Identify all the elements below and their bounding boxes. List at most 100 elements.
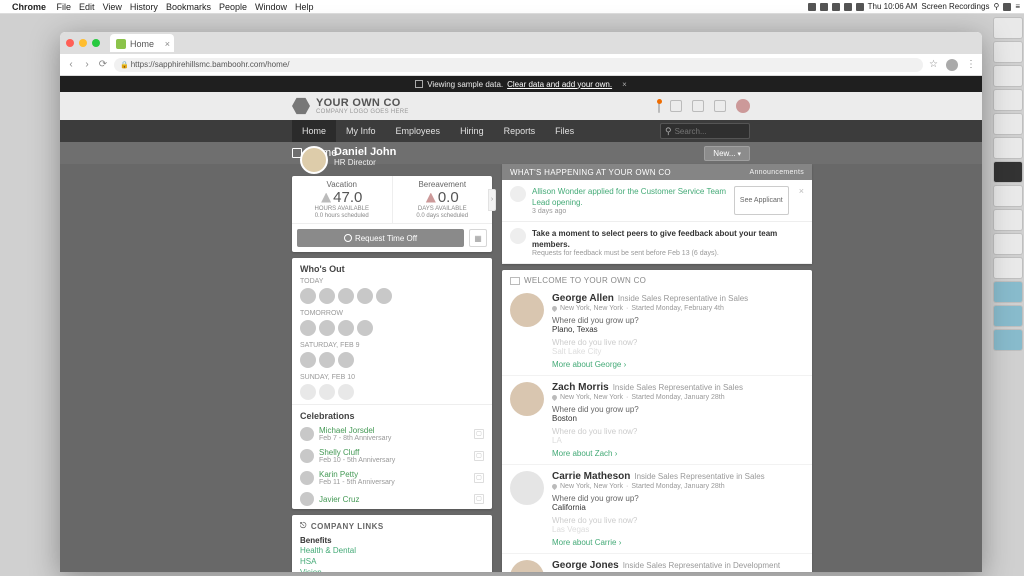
next-balance-icon[interactable]: ›	[488, 189, 496, 211]
page-content: Viewing sample data. Clear data and add …	[60, 76, 982, 572]
status-icon	[820, 3, 828, 11]
reload-icon[interactable]: ⟳	[98, 60, 108, 70]
close-tab-icon[interactable]: ×	[165, 39, 170, 49]
brand-header: YOUR OWN CO COMPANY LOGO GOES HERE	[60, 92, 982, 120]
dismiss-icon[interactable]: ×	[795, 186, 804, 215]
announcements-link[interactable]: Announcements	[750, 169, 805, 176]
request-time-off-button[interactable]: Request Time Off	[297, 229, 464, 247]
balance-vacation[interactable]: Vacation 47.0 HOURS AVAILABLE 0.0 hours …	[292, 176, 392, 223]
more-link[interactable]: More about Carrie ›	[552, 538, 804, 547]
avatar[interactable]	[338, 352, 354, 368]
global-search[interactable]: ⚲	[660, 123, 750, 139]
person-name[interactable]: Zach Morris	[552, 382, 609, 393]
nav-reports[interactable]: Reports	[494, 120, 546, 142]
nav-employees[interactable]: Employees	[386, 120, 451, 142]
help-icon[interactable]	[714, 100, 726, 112]
person-name[interactable]: George Allen	[552, 293, 614, 304]
welcome-card: WELCOME TO YOUR OWN CO George AllenInsid…	[502, 270, 812, 572]
cloud-icon[interactable]	[670, 100, 682, 112]
stack-icon	[415, 80, 423, 88]
mac-app-menu[interactable]: Chrome FileEditViewHistoryBookmarksPeopl…	[12, 2, 322, 12]
avatar[interactable]	[357, 320, 373, 336]
new-button[interactable]: New...	[704, 146, 750, 161]
avatar[interactable]	[510, 560, 544, 572]
menu-icon[interactable]: ≡	[1015, 2, 1020, 11]
person-name[interactable]: Carrie Matheson	[552, 471, 630, 482]
calendar-button[interactable]: ▦	[469, 229, 487, 247]
status-icon	[808, 3, 816, 11]
profile-header: Daniel John HR Director	[292, 142, 492, 170]
nav-files[interactable]: Files	[545, 120, 584, 142]
profile-role: HR Director	[334, 158, 396, 167]
balance-card: Vacation 47.0 HOURS AVAILABLE 0.0 hours …	[292, 176, 492, 252]
notice-headline: Allison Wonder applied for the Customer …	[532, 186, 728, 208]
vacation-icon	[321, 193, 331, 203]
star-icon[interactable]: ☆	[929, 59, 938, 71]
avatar[interactable]	[376, 288, 392, 304]
avatar[interactable]	[736, 99, 750, 113]
status-icon	[832, 3, 840, 11]
browser-tab[interactable]: Home ×	[110, 34, 174, 52]
company-link[interactable]: Health & Dental	[292, 545, 492, 556]
avatar[interactable]	[319, 384, 335, 400]
balance-bereavement[interactable]: Bereavement 0.0 DAYS AVAILABLE 0.0 days …	[392, 176, 493, 223]
search-icon[interactable]: ⚲	[993, 2, 999, 11]
see-applicant-button[interactable]: See Applicant	[734, 186, 789, 215]
company-link[interactable]: Vision	[292, 567, 492, 572]
profile-icon[interactable]	[946, 59, 958, 71]
avatar[interactable]	[300, 320, 316, 336]
avatar[interactable]	[357, 288, 373, 304]
avatar[interactable]	[300, 288, 316, 304]
status-icon	[844, 3, 852, 11]
bereavement-icon	[426, 193, 436, 203]
desktop-thumbnails	[994, 18, 1022, 350]
welcome-header: WELCOME TO YOUR OWN CO	[502, 270, 812, 287]
celebration-item[interactable]: Shelly CluffFeb 10 - 5th Anniversary▢	[292, 445, 492, 467]
control-icon[interactable]	[1003, 3, 1011, 11]
avatar[interactable]	[300, 352, 316, 368]
avatar[interactable]	[319, 288, 335, 304]
forward-icon[interactable]: ›	[82, 60, 92, 70]
mac-menu-bar: Chrome FileEditViewHistoryBookmarksPeopl…	[0, 0, 1024, 14]
browser-tabbar: Home ×	[60, 32, 982, 54]
avatar[interactable]	[338, 320, 354, 336]
celebration-item[interactable]: Michael JorsdelFeb 7 - 8th Anniversary▢	[292, 423, 492, 445]
more-link[interactable]: More about George ›	[552, 360, 804, 369]
location-icon	[551, 394, 558, 401]
whos-out-title: Who's Out	[292, 258, 492, 276]
search-input[interactable]	[675, 127, 745, 136]
more-link[interactable]: More about Zach ›	[552, 449, 804, 458]
brand-tagline: COMPANY LOGO GOES HERE	[316, 109, 409, 115]
avatar[interactable]	[510, 382, 544, 416]
avatar[interactable]	[338, 288, 354, 304]
clear-sample-link[interactable]: Clear data and add your own.	[507, 80, 612, 89]
address-bar[interactable]: 🔒 https://sapphirehillsmc.bamboohr.com/h…	[114, 58, 923, 72]
company-link[interactable]: HSA	[292, 556, 492, 567]
avatar[interactable]	[300, 146, 328, 174]
whos-out-card: Who's Out TODAY TOMORROW SATURDAY, FEB 9…	[292, 258, 492, 509]
avatar[interactable]	[319, 320, 335, 336]
welcome-person: George JonesInside Sales Representative …	[502, 554, 812, 572]
kebab-icon[interactable]: ⋮	[966, 59, 976, 71]
avatar[interactable]	[510, 293, 544, 327]
right-column: WHAT'S HAPPENING AT YOUR OWN CO Announce…	[502, 164, 812, 572]
avatar[interactable]	[300, 384, 316, 400]
link-icon[interactable]	[692, 100, 704, 112]
avatar[interactable]	[510, 471, 544, 505]
nav-home[interactable]: Home	[292, 120, 336, 142]
back-icon[interactable]: ‹	[66, 60, 76, 70]
window-controls[interactable]	[66, 39, 100, 47]
nav-hiring[interactable]: Hiring	[450, 120, 494, 142]
close-icon[interactable]: ×	[622, 80, 627, 89]
link-icon: ⎋	[300, 521, 307, 531]
wifi-icon	[856, 3, 864, 11]
person-name[interactable]: George Jones	[552, 560, 619, 571]
avatar[interactable]	[319, 352, 335, 368]
nav-myinfo[interactable]: My Info	[336, 120, 386, 142]
browser-toolbar: ‹ › ⟳ 🔒 https://sapphirehillsmc.bamboohr…	[60, 54, 982, 76]
sample-text: Viewing sample data.	[427, 80, 503, 89]
celebration-item[interactable]: Karin PettyFeb 11 - 5th Anniversary▢	[292, 467, 492, 489]
avatar	[300, 449, 314, 463]
avatar[interactable]	[338, 384, 354, 400]
celebration-item[interactable]: Javier Cruz▢	[292, 489, 492, 509]
